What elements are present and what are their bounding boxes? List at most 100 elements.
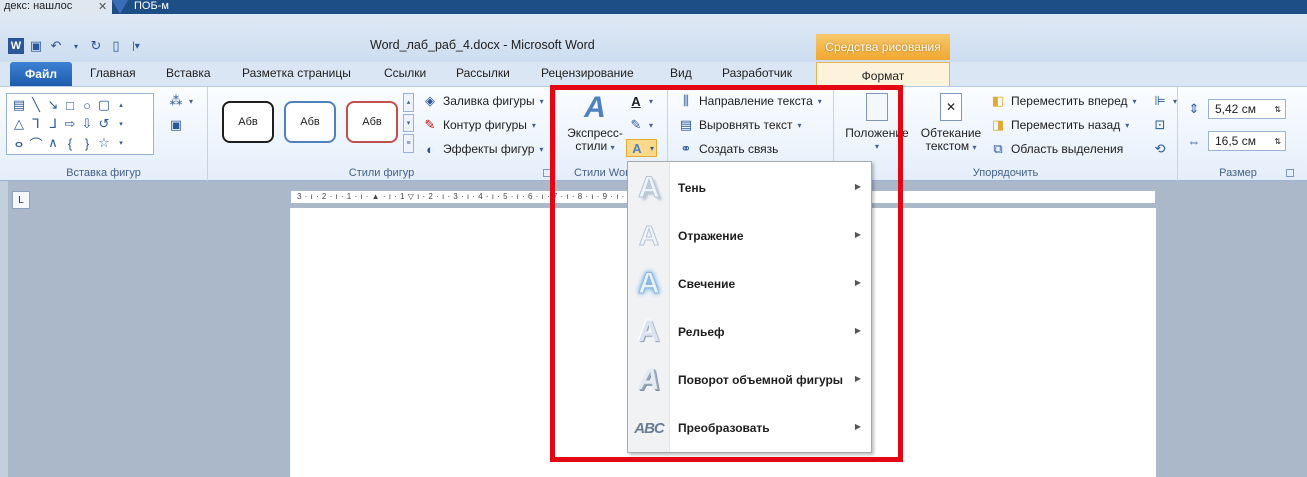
undo-icon[interactable]: ↶ — [48, 38, 64, 54]
text-effects-icon: A — [632, 140, 642, 156]
line-icon[interactable]: ╲ — [28, 96, 44, 114]
right-arrow-icon[interactable]: ⇨ — [62, 115, 78, 133]
menu-item-bevel[interactable]: A Рельеф ▶ — [628, 308, 871, 356]
position-button[interactable]: Положение ▾ — [842, 91, 912, 153]
styles-scroll[interactable]: ▴ ▾ ≡ — [403, 93, 414, 154]
send-backward-icon: ◨ — [991, 117, 1005, 132]
new-document-icon[interactable]: ▯ — [108, 38, 124, 54]
dropdown-arrow-icon[interactable]: ▾ — [68, 38, 84, 54]
express-styles-button[interactable]: A Экспресс- стили ▾ — [564, 91, 626, 154]
tab-format[interactable]: Формат — [816, 62, 950, 88]
scroll-down-icon[interactable]: ▾ — [403, 113, 414, 133]
shape-outline-button[interactable]: ✎ Контур фигуры ▾ — [422, 117, 536, 133]
scroll-up-icon[interactable]: ▴ — [403, 93, 414, 112]
browser-tab-2[interactable]: ПОБ-м — [130, 0, 198, 14]
menu-item-label: Рельеф — [678, 325, 725, 339]
dialog-launcher-icon[interactable] — [543, 169, 551, 177]
browser-tab-1[interactable]: декс: нашлос — [0, 0, 112, 14]
position-label: Положение — [845, 126, 909, 140]
bring-forward-icon: ◧ — [991, 93, 1005, 108]
menu-item-reflection[interactable]: A Отражение ▶ — [628, 212, 871, 260]
send-backward-button[interactable]: ◨ Переместить назад ▾ — [990, 117, 1129, 133]
curve-icon[interactable]: ↺ — [96, 115, 112, 133]
more-icon[interactable]: ≡ — [403, 134, 414, 154]
menu-item-transform[interactable]: ABC Преобразовать ▶ — [628, 404, 871, 452]
glow-icon: A — [638, 267, 661, 301]
style-sample-black[interactable]: Абв — [222, 101, 274, 143]
menu-item-shadow[interactable]: A Тень ▶ — [628, 164, 871, 212]
textbox-icon[interactable]: ▤ — [11, 96, 27, 114]
right-brace-icon[interactable]: } — [79, 134, 95, 152]
group-objects-button[interactable]: ⊡ — [1152, 117, 1168, 133]
more-shapes-icon[interactable]: ▾ — [113, 134, 129, 152]
down-arrow-icon[interactable]: ⇩ — [79, 115, 95, 133]
arrow-line-icon[interactable]: ↘ — [45, 96, 61, 114]
elbow-connector-icon[interactable]: ᒧ — [45, 115, 61, 133]
align-button[interactable]: ⊫ ▾ — [1152, 93, 1177, 109]
connector-icon[interactable]: ⅂ — [28, 115, 44, 133]
shape-fill-button[interactable]: ◈ Заливка фигуры ▾ — [422, 93, 544, 109]
tab-view[interactable]: Вид — [670, 66, 692, 80]
shape-width-field[interactable]: 16,5 см ⇅ — [1208, 131, 1286, 151]
shape-effects-button[interactable]: ◐ Эффекты фигур ▾ — [422, 141, 543, 157]
edit-points-icon: ⁂ — [169, 93, 183, 108]
textbox-draw-icon: ▣ — [169, 117, 183, 132]
tab-mailings[interactable]: Рассылки — [456, 66, 510, 80]
rotate-button[interactable]: ⟲ — [1152, 141, 1168, 157]
tab-review[interactable]: Рецензирование — [541, 66, 634, 80]
rotate-icon: ⟲ — [1154, 141, 1166, 156]
oval-icon[interactable]: ○ — [79, 96, 95, 114]
text-effects-button[interactable]: A ▾ — [626, 139, 658, 157]
left-edge — [0, 181, 8, 477]
customize-toolbar-icon[interactable]: |▾ — [128, 38, 144, 54]
tab-developer[interactable]: Разработчик — [722, 66, 792, 80]
shapes-gallery[interactable]: ▤ ╲ ↘ □ ○ ▢ ▴ △ ⅂ ᒧ ⇨ ⇩ ↺ ▾ ⴰ ⌒ ∧ { } ☆ … — [6, 93, 154, 155]
scroll-down-icon[interactable]: ▾ — [113, 115, 129, 133]
transform-icon: ABC — [634, 419, 664, 437]
tab-selector-button[interactable]: L — [12, 191, 30, 209]
group-label: Упорядочить — [972, 167, 1039, 179]
spinner-icon[interactable]: ⇅ — [1274, 137, 1281, 146]
tab-home[interactable]: Главная — [90, 66, 136, 80]
create-link-button[interactable]: ⚭ Создать связь — [678, 141, 779, 157]
align-text-button[interactable]: ▤ Выровнять текст ▾ — [678, 117, 802, 133]
draw-textbox-button[interactable]: ▣ — [168, 117, 184, 133]
text-direction-button[interactable]: ⫼ Направление текста ▾ — [678, 93, 822, 109]
group-arrange: Положение ▾ ✕ Обтекание текстом ▾ ◧ Перем… — [834, 87, 1178, 181]
arc-icon[interactable]: ⌒ — [28, 134, 44, 152]
spinner-icon[interactable]: ⇅ — [1274, 105, 1281, 114]
word-logo-icon[interactable]: W — [8, 38, 24, 54]
shape-height-field[interactable]: 5,42 см ⇅ — [1208, 99, 1286, 119]
tab-insert[interactable]: Вставка — [166, 66, 211, 80]
shape-width-value: 16,5 см — [1215, 134, 1256, 148]
star-icon[interactable]: ☆ — [96, 134, 112, 152]
close-icon[interactable]: ✕ — [98, 0, 107, 13]
wrap-text-button[interactable]: ✕ Обтекание текстом ▾ — [916, 91, 986, 154]
triangle-icon[interactable]: △ — [11, 115, 27, 133]
tab-page-layout[interactable]: Разметка страницы — [242, 66, 351, 80]
text-direction-label: Направление текста — [699, 94, 813, 108]
bring-forward-button[interactable]: ◧ Переместить вперед ▾ — [990, 93, 1137, 109]
redo-icon[interactable]: ↻ — [88, 38, 104, 54]
dialog-launcher-icon[interactable] — [1286, 169, 1294, 177]
left-brace-icon[interactable]: { — [62, 134, 78, 152]
save-icon[interactable]: ▣ — [28, 38, 44, 54]
rectangle-icon[interactable]: □ — [62, 96, 78, 114]
width-icon: ⇔ — [1187, 133, 1201, 149]
freeform-icon[interactable]: ⴰ — [11, 134, 27, 152]
wave-icon[interactable]: ∧ — [45, 134, 61, 152]
rounded-rect-icon[interactable]: ▢ — [96, 96, 112, 114]
wrap-text-icon: ✕ — [935, 91, 967, 123]
text-fill-button[interactable]: A ▾ — [628, 93, 653, 109]
selection-pane-button[interactable]: ⧉ Область выделения — [990, 141, 1123, 157]
scroll-up-icon[interactable]: ▴ — [113, 96, 129, 114]
menu-item-glow[interactable]: A Свечение ▶ — [628, 260, 871, 308]
style-sample-red[interactable]: Абв — [346, 101, 398, 143]
reflection-icon: A — [638, 220, 660, 252]
tab-file[interactable]: Файл — [10, 62, 72, 86]
tab-references[interactable]: Ссылки — [384, 66, 426, 80]
style-sample-blue[interactable]: Абв — [284, 101, 336, 143]
menu-item-3d-rotation[interactable]: A Поворот объемной фигуры ▶ — [628, 356, 871, 404]
text-outline-button[interactable]: ✎ ▾ — [628, 117, 653, 133]
edit-shape-button[interactable]: ⁂ ▾ — [168, 93, 194, 109]
